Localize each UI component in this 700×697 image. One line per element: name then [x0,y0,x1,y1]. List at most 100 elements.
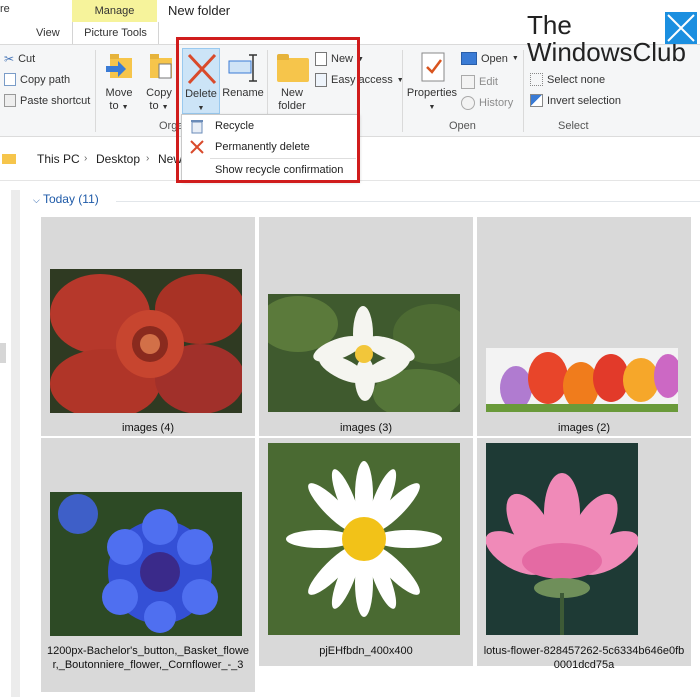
ribbon-separator [523,50,524,132]
file-tile[interactable]: images (2) [477,217,691,436]
rename-label: Rename [222,87,264,99]
invert-selection-icon [530,94,543,107]
breadcrumb-new-folder[interactable]: New [158,147,182,171]
file-name: lotus-flower-828457262-5c6334b646e0fb000… [483,645,685,671]
rename-icon [228,54,257,82]
image-open-icon [461,52,477,65]
cut-label: Cut [18,53,36,65]
history-label: History [479,97,514,109]
paste-shortcut-button[interactable]: Paste shortcut [4,94,90,107]
pink-lotus-thumbnail [486,443,638,635]
new-item-button[interactable]: New ▼ [315,52,364,66]
file-tab-fragment[interactable]: re [0,3,10,15]
properties-icon [421,52,445,82]
file-tile[interactable]: pjEHfbdn_400x400 [259,438,473,666]
select-none-label: Select none [547,73,606,86]
copy-to-label-line1: Copy [146,87,172,99]
open-button[interactable]: Open ▼ [461,52,519,65]
copy-path-label: Copy path [20,73,71,86]
file-name: images (3) [340,422,392,434]
rename-button[interactable]: Rename [222,48,264,114]
breadcrumb-desktop[interactable]: Desktop [96,147,140,171]
folder-icon [277,54,309,87]
history-button[interactable]: History [461,96,513,110]
move-to-label-line2: to [109,100,119,112]
chevron-down-icon: ▼ [357,55,364,63]
menu-item-show-recycle-confirmation[interactable]: Show recycle confirmation [182,160,358,180]
ribbon-separator [95,50,96,132]
edit-label: Edit [479,76,498,88]
watermark-line2: WindowsClub [527,37,686,67]
tab-view[interactable]: View [36,22,60,44]
file-name: 1200px-Bachelor's_button,_Basket_flower,… [46,645,250,671]
delete-label: Delete [185,88,217,100]
window-title: New folder [168,3,231,18]
move-to-label-line1: Move [105,87,133,99]
new-item-label: New [331,53,354,65]
copy-to-button[interactable]: Copy to ▼ [141,48,177,114]
move-to-icon [106,54,132,78]
windows-logo-icon [665,12,697,44]
colorful-tulips-thumbnail [486,348,678,412]
white-daisy-thumbnail [268,443,460,635]
white-water-lily-thumbnail [268,294,460,412]
menu-item-recycle[interactable]: Recycle [182,116,358,136]
invert-selection-button[interactable]: Invert selection [530,94,621,107]
new-folder-label-line2: folder [278,100,306,112]
select-none-button[interactable]: Select none [530,73,605,86]
copy-to-icon [150,54,172,79]
delete-x-icon [187,53,217,85]
tab-manage[interactable]: Manage [72,0,157,22]
menu-item-label: Recycle [215,120,255,132]
select-group-label: Select [558,120,589,132]
file-name: images (2) [558,422,610,434]
recycle-bin-icon [191,120,203,134]
chevron-down-icon: ▼ [161,104,169,111]
menu-item-label: Permanently delete [215,141,310,153]
delete-button[interactable]: Delete ▼ [182,48,220,114]
chevron-right-icon: › [146,153,150,164]
watermark-line1: The [527,10,572,40]
copy-path-icon [4,73,16,86]
copy-to-label-line2: to [149,100,159,112]
blue-cornflower-thumbnail [50,492,242,636]
paste-shortcut-icon [4,94,16,107]
breadcrumb-this-pc[interactable]: This PC [37,147,80,171]
menu-item-permanently-delete[interactable]: Permanently delete [182,137,358,157]
cut-button[interactable]: ✂ Cut [4,52,35,66]
folder-icon [2,154,16,164]
delete-x-icon [190,140,204,154]
chevron-right-icon: › [84,153,88,164]
file-tile[interactable]: 1200px-Bachelor's_button,_Basket_flower,… [41,438,255,692]
organize-group-label: Orga [159,120,184,132]
chevron-down-icon: ▼ [511,55,519,62]
file-name: pjEHfbdn_400x400 [319,645,413,657]
copy-path-button[interactable]: Copy path [4,73,70,86]
thewindowsclub-watermark: The WindowsClub [527,10,697,67]
edit-icon [461,75,475,89]
open-group-label: Open [449,120,476,132]
menu-separator [210,158,356,159]
navigation-pane-selection [0,343,6,363]
new-folder-button[interactable]: New folder [272,48,312,114]
tab-picture-tools[interactable]: Picture Tools [72,22,159,44]
navigation-pane-scrollbar[interactable] [11,190,20,697]
file-tile[interactable]: lotus-flower-828457262-5c6334b646e0fb000… [477,438,691,671]
new-item-icon [315,52,327,66]
file-tile[interactable]: images (3) [259,217,473,436]
file-tile[interactable]: images (4) [41,217,255,436]
menu-item-label: Show recycle confirmation [215,164,344,176]
history-icon [461,96,475,110]
edit-button[interactable]: Edit [461,75,498,89]
scissors-icon: ✂ [4,52,15,66]
properties-button[interactable]: Properties ▼ [406,48,458,114]
ribbon-separator [402,50,403,132]
group-header[interactable]: ⌵ Today (11) [33,192,99,206]
group-header-rule [116,201,700,202]
new-folder-label-line1: New [280,87,303,99]
move-to-button[interactable]: Move to ▼ [100,48,138,114]
easy-access-button[interactable]: Easy access ▼ [315,73,404,87]
paste-shortcut-label: Paste shortcut [20,94,91,107]
chevron-down-icon: ▼ [197,105,205,112]
invert-selection-label: Invert selection [547,94,621,107]
